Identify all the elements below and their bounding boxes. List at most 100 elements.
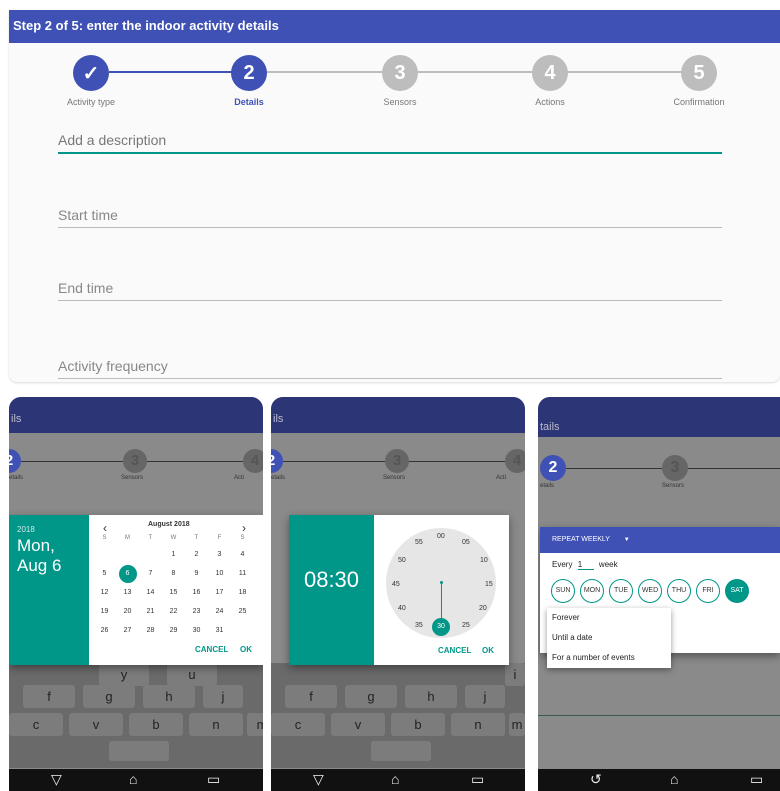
day-toggle-fri[interactable]: FRI	[696, 579, 720, 603]
day-cell[interactable]: 11	[231, 564, 254, 583]
day-cell[interactable]: 3	[208, 545, 231, 564]
key[interactable]: m	[247, 713, 263, 736]
key[interactable]: n	[189, 713, 243, 736]
day-cell[interactable]: 17	[208, 583, 231, 602]
menu-item-number-of-events[interactable]: For a number of events	[547, 648, 671, 668]
year-label[interactable]: 2018	[17, 525, 89, 534]
key[interactable]: i	[505, 663, 525, 686]
time-display[interactable]: 08:30	[289, 515, 374, 665]
day-cell[interactable]: 27	[116, 621, 139, 640]
day-cell[interactable]: 9	[185, 564, 208, 583]
home-icon[interactable]: ⌂	[129, 771, 137, 787]
minute-label[interactable]: 40	[398, 605, 406, 612]
cancel-button[interactable]: CANCEL	[195, 645, 228, 654]
minute-label[interactable]: 05	[462, 539, 470, 546]
day-cell[interactable]: 16	[185, 583, 208, 602]
start-time-input[interactable]: Start time	[58, 207, 722, 228]
day-cell[interactable]: 21	[139, 602, 162, 621]
key[interactable]: y	[99, 663, 149, 686]
repeat-header[interactable]: REPEAT WEEKLY ▼	[540, 527, 780, 553]
minute-label[interactable]: 00	[437, 533, 445, 540]
minute-label[interactable]: 45	[392, 581, 400, 588]
recents-icon[interactable]: ▭	[471, 771, 484, 788]
key[interactable]: g	[345, 685, 397, 708]
key[interactable]: j	[203, 685, 243, 708]
day-toggle-wed[interactable]: WED	[638, 579, 662, 603]
day-toggle-thu[interactable]: THU	[667, 579, 691, 603]
day-cell[interactable]: 31	[208, 621, 231, 640]
day-cell[interactable]: 19	[93, 602, 116, 621]
step-confirmation[interactable]: 5 Confirmation	[649, 55, 749, 107]
step-details[interactable]: 2 Details	[199, 55, 299, 107]
day-cell[interactable]: 22	[162, 602, 185, 621]
minute-label[interactable]: 10	[480, 557, 488, 564]
home-icon[interactable]: ⌂	[391, 771, 399, 787]
menu-item-forever[interactable]: Forever	[547, 608, 671, 628]
day-cell[interactable]: 13	[116, 583, 139, 602]
key[interactable]: g	[83, 685, 135, 708]
key[interactable]: f	[285, 685, 337, 708]
key[interactable]: c	[271, 713, 325, 736]
step-activity-type[interactable]: ✓ Activity type	[41, 55, 141, 107]
day-cell[interactable]: 25	[231, 602, 254, 621]
minute-label[interactable]: 15	[485, 581, 493, 588]
day-cell[interactable]: 4	[231, 545, 254, 564]
key[interactable]: v	[69, 713, 123, 736]
day-toggle-mon[interactable]: MON	[580, 579, 604, 603]
day-toggle-sun[interactable]: SUN	[551, 579, 575, 603]
recents-icon[interactable]: ▭	[750, 771, 763, 788]
day-cell[interactable]: 7	[139, 564, 162, 583]
key[interactable]: n	[451, 713, 505, 736]
interval-input[interactable]: 1	[577, 560, 594, 570]
step-sensors[interactable]: 3 Sensors	[350, 55, 450, 107]
description-input[interactable]: Add a description	[58, 132, 722, 154]
space-key[interactable]	[109, 741, 169, 761]
key[interactable]: f	[23, 685, 75, 708]
key[interactable]: u	[167, 663, 217, 686]
day-cell[interactable]: 10	[208, 564, 231, 583]
day-cell[interactable]: 30	[185, 621, 208, 640]
minute-label[interactable]: 25	[462, 622, 470, 629]
key[interactable]: c	[9, 713, 63, 736]
space-key[interactable]	[371, 741, 431, 761]
minute-label[interactable]: 35	[415, 622, 423, 629]
clock-face[interactable]: 30 00 05 10 15 20 25 35 40 45 50 55	[386, 528, 496, 638]
recents-icon[interactable]: ▭	[207, 771, 220, 788]
key[interactable]: v	[331, 713, 385, 736]
day-toggle-tue[interactable]: TUE	[609, 579, 633, 603]
day-cell[interactable]: 12	[93, 583, 116, 602]
day-cell[interactable]: 5	[93, 564, 116, 583]
activity-frequency-input[interactable]: Activity frequency	[58, 358, 722, 379]
key[interactable]: h	[143, 685, 195, 708]
day-cell[interactable]: 1	[162, 545, 185, 564]
day-cell[interactable]: 26	[93, 621, 116, 640]
minute-label[interactable]: 55	[415, 539, 423, 546]
selected-minute[interactable]: 30	[432, 618, 450, 636]
menu-item-until-date[interactable]: Until a date	[547, 628, 671, 648]
back-icon[interactable]: ↺	[590, 771, 602, 788]
key[interactable]: m	[509, 713, 525, 736]
day-cell[interactable]: 2	[185, 545, 208, 564]
key[interactable]: b	[129, 713, 183, 736]
day-cell[interactable]: 18	[231, 583, 254, 602]
day-cell[interactable]: 28	[139, 621, 162, 640]
minute-label[interactable]: 50	[398, 557, 406, 564]
minute-label[interactable]: 20	[479, 605, 487, 612]
key[interactable]: b	[391, 713, 445, 736]
home-icon[interactable]: ⌂	[670, 771, 678, 787]
day-cell[interactable]: 24	[208, 602, 231, 621]
day-cell[interactable]: 14	[139, 583, 162, 602]
key[interactable]: j	[465, 685, 505, 708]
day-toggle-sat[interactable]: SAT	[725, 579, 749, 603]
end-time-input[interactable]: End time	[58, 280, 722, 301]
day-cell[interactable]: 8	[162, 564, 185, 583]
ok-button[interactable]: OK	[240, 645, 252, 654]
day-cell[interactable]: 29	[162, 621, 185, 640]
selected-day[interactable]: 6	[118, 564, 137, 583]
day-cell[interactable]: 20	[116, 602, 139, 621]
back-icon[interactable]: ▽	[313, 771, 324, 788]
day-cell[interactable]: 23	[185, 602, 208, 621]
key[interactable]: h	[405, 685, 457, 708]
ok-button[interactable]: OK	[482, 646, 494, 655]
back-icon[interactable]: ▽	[51, 771, 62, 788]
